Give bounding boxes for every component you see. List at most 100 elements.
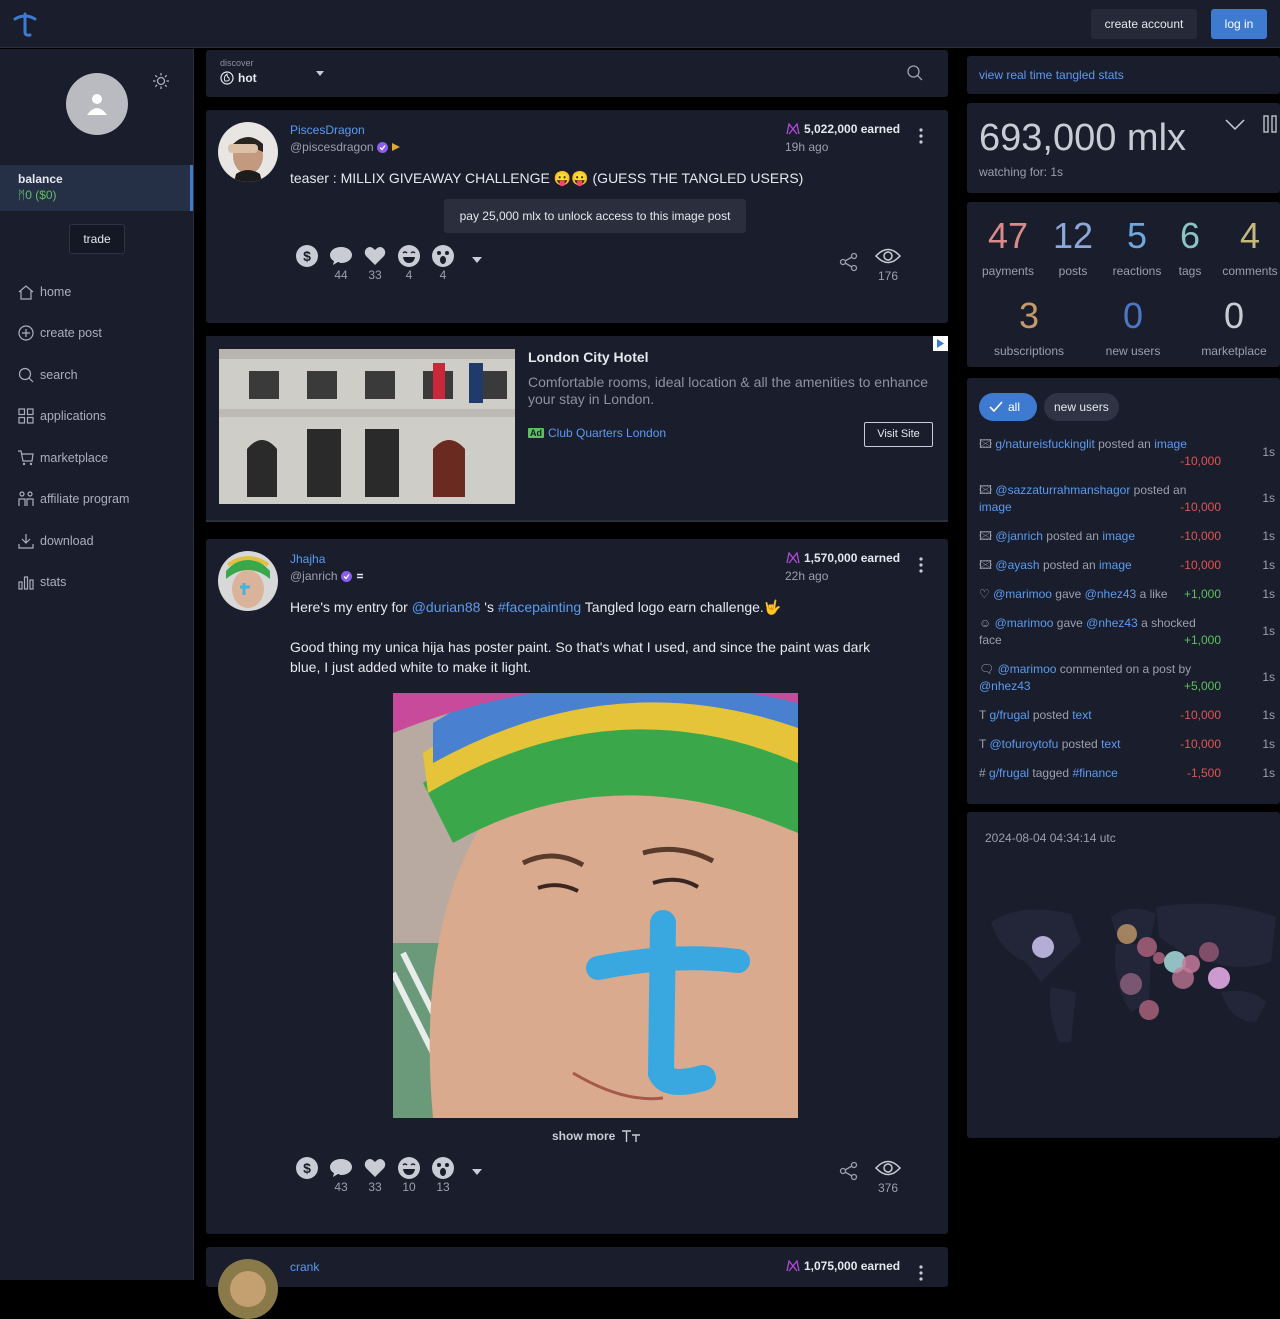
show-more-button[interactable]: show more — [552, 1129, 641, 1143]
comment-button[interactable]: 44 — [324, 244, 358, 282]
log-in-button[interactable]: log in — [1211, 9, 1267, 39]
chevron-down-icon[interactable] — [1225, 119, 1245, 131]
sidebar-item-create-post[interactable]: create post — [17, 313, 129, 355]
hashtag-icon: # — [979, 766, 986, 780]
shocked-face-icon: ☺ — [979, 616, 992, 630]
post-card: PiscesDragon @piscesdragon 5,022,000 ear… — [206, 110, 948, 323]
create-account-button[interactable]: create account — [1091, 9, 1197, 39]
sidebar-nav: home create post search applications mar… — [17, 271, 129, 603]
like-button[interactable]: 33 — [358, 1156, 392, 1194]
pause-icon[interactable] — [1263, 115, 1277, 133]
laugh-button[interactable]: 4 — [392, 244, 426, 282]
millix-icon — [786, 123, 800, 135]
hot-icon — [220, 71, 234, 85]
avatar[interactable] — [66, 73, 128, 135]
eye-icon — [874, 248, 902, 264]
millix-icon — [786, 552, 800, 564]
reaction-bar: $ 44 33 4 4 — [290, 244, 494, 282]
post-author-name[interactable]: Jhajha — [290, 552, 325, 566]
activity-row[interactable]: 🖾 @sazzaturrahmanshagor posted an image -… — [979, 482, 1279, 516]
sidebar-item-applications[interactable]: applications — [17, 396, 129, 438]
chevron-down-icon[interactable] — [315, 71, 325, 77]
shocked-button[interactable]: 13 — [426, 1156, 460, 1194]
dollar-icon: $ — [296, 1157, 318, 1179]
ad-choices-icon[interactable] — [933, 336, 948, 351]
hashtag-link[interactable]: #facepainting — [498, 599, 581, 615]
balance-panel[interactable]: balance ᛗ0 ($0) — [0, 165, 193, 211]
verified-badge-icon — [376, 141, 388, 153]
post-text-line: Here's my entry for @durian88 's #facepa… — [290, 599, 782, 615]
activity-row[interactable]: 🖾 @janrich posted an image -10,000 1s — [979, 528, 1279, 545]
activity-row[interactable]: ♡ @marimoo gave @nhez43 a like +1,000 1s — [979, 586, 1279, 603]
post-image[interactable] — [393, 693, 798, 1118]
mention-link[interactable]: @durian88 — [412, 599, 481, 615]
plus-circle-icon — [18, 325, 34, 341]
filter-new-users-button[interactable]: new users — [1044, 393, 1119, 421]
view-count-value: 376 — [877, 1181, 899, 1195]
shocked-button[interactable]: 4 — [426, 244, 460, 282]
activity-row[interactable]: T @tofuroytofu posted text -10,000 1s — [979, 736, 1279, 753]
activity-row[interactable]: 🖾 @ayash posted an image -10,000 1s — [979, 557, 1279, 574]
search-icon[interactable] — [906, 64, 924, 82]
visit-site-button[interactable]: Visit Site — [864, 422, 933, 447]
post-earned: 1,570,000 earned — [786, 551, 900, 565]
activity-row[interactable]: T g/frugal posted text -10,000 1s — [979, 707, 1279, 724]
ad-advertiser[interactable]: Ad Club Quarters London — [528, 426, 666, 440]
stat-payments: 47 payments — [979, 216, 1037, 279]
laugh-face-icon — [398, 1157, 420, 1179]
comment-icon — [330, 1159, 352, 1177]
more-reactions-button[interactable] — [460, 1156, 494, 1184]
total-panel: 693,000 mlx watching for: 1s — [967, 103, 1280, 193]
text-icon: T — [979, 737, 987, 751]
world-map[interactable] — [981, 892, 1280, 1052]
post-avatar[interactable] — [218, 551, 278, 611]
ad-image[interactable] — [219, 349, 515, 504]
theme-toggle-icon[interactable] — [152, 72, 170, 90]
filter-all-button[interactable]: all — [979, 393, 1037, 421]
comment-button[interactable]: 43 — [324, 1156, 358, 1194]
laugh-button[interactable]: 10 — [392, 1156, 426, 1194]
share-icon[interactable] — [839, 252, 859, 272]
watching-time: watching for: 1s — [979, 165, 1064, 179]
post-avatar[interactable] — [218, 122, 278, 182]
post-author-handle[interactable]: @piscesdragon — [290, 140, 401, 154]
sidebar-item-search[interactable]: search — [17, 354, 129, 396]
more-options-icon[interactable] — [918, 128, 924, 144]
post-author-handle[interactable]: @janrich — [290, 569, 365, 583]
post-avatar[interactable] — [218, 1259, 278, 1319]
tip-button[interactable]: $ — [290, 244, 324, 268]
sidebar-item-label: applications — [40, 409, 107, 424]
activity-row[interactable]: ☺ @marimoo gave @nhez43 a shocked face +1… — [979, 615, 1279, 649]
tangled-logo-icon[interactable] — [12, 10, 38, 38]
post-author-name[interactable]: crank — [290, 1260, 319, 1274]
share-icon[interactable] — [839, 1161, 859, 1181]
post-time: 22h ago — [785, 569, 829, 583]
activity-row[interactable]: 🗨 @marimoo commented on a post by @nhez4… — [979, 661, 1279, 695]
activity-row[interactable]: # g/frugal tagged #finance -1,500 1s — [979, 765, 1279, 782]
more-options-icon[interactable] — [918, 557, 924, 573]
shocked-count: 4 — [439, 268, 447, 282]
sidebar-item-home[interactable]: home — [17, 271, 129, 313]
sort-value: hot — [238, 71, 257, 85]
post-card: crank 1,075,000 earned — [206, 1247, 948, 1319]
more-reactions-button[interactable] — [460, 244, 494, 272]
comment-icon: 🗨 — [979, 662, 995, 676]
sidebar-item-marketplace[interactable]: marketplace — [17, 437, 129, 479]
sidebar-item-stats[interactable]: stats — [17, 562, 129, 604]
sort-select[interactable]: hot — [220, 71, 257, 85]
like-button[interactable]: 33 — [358, 244, 392, 282]
verified-badge-icon — [340, 570, 352, 582]
ad-title[interactable]: London City Hotel — [528, 349, 649, 365]
sidebar-item-download[interactable]: download — [17, 520, 129, 562]
sidebar-item-affiliate-program[interactable]: affiliate program — [17, 479, 129, 521]
check-icon — [989, 401, 1003, 413]
stat-subscriptions-value: 3 — [1018, 295, 1040, 336]
more-options-icon[interactable] — [918, 1265, 924, 1281]
unlock-post-button[interactable]: pay 25,000 mlx to unlock access to this … — [444, 199, 746, 233]
view-stats-link[interactable]: view real time tangled stats — [979, 68, 1124, 82]
post-author-name[interactable]: PiscesDragon — [290, 123, 365, 137]
sidebar: balance ᛗ0 ($0) trade home create post s… — [0, 49, 194, 1280]
activity-row[interactable]: 🖾 g/natureisfuckinglit posted an image -1… — [979, 436, 1279, 470]
tip-button[interactable]: $ — [290, 1156, 324, 1180]
trade-button[interactable]: trade — [69, 224, 125, 254]
